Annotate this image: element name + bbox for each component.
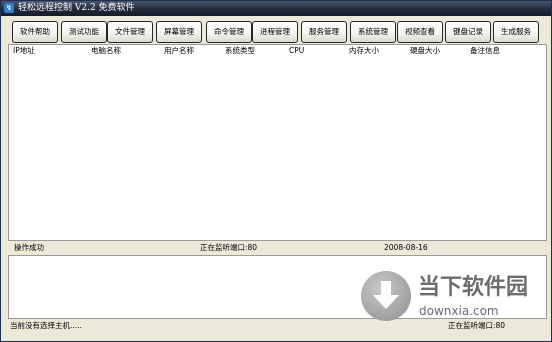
status-listening: 正在监听端口:80 — [200, 243, 258, 252]
title-bar[interactable]: ↯ 轻松远程控制 V2.2 免费软件 — [1, 1, 551, 16]
window-title: 轻松远程控制 V2.2 免费软件 — [18, 3, 135, 13]
column-ip[interactable]: IP地址 — [13, 45, 35, 56]
watermark-url: downxia.com — [419, 304, 499, 318]
statusbar-port: 正在监听端口:80 — [448, 321, 506, 330]
status-bar: 当前没有选择主机..... 正在监听端口:80 — [1, 319, 551, 339]
software-help-button[interactable]: 软件帮助 — [12, 21, 58, 43]
watermark-brand: 当下软件园 — [418, 275, 529, 300]
download-arrow-icon — [361, 271, 411, 321]
host-list-header: IP地址 电脑名称 用户名称 系统类型 CPU 内存大小 硬盘大小 备注信息 — [9, 45, 546, 56]
command-manager-button[interactable]: 命令管理 — [206, 21, 252, 43]
host-list[interactable]: IP地址 电脑名称 用户名称 系统类型 CPU 内存大小 硬盘大小 备注信息 — [8, 44, 547, 241]
column-computer[interactable]: 电脑名称 — [91, 45, 121, 56]
status-message: 操作成功 — [14, 243, 44, 252]
column-os[interactable]: 系统类型 — [225, 45, 255, 56]
system-manager-button[interactable]: 系统管理 — [350, 21, 396, 43]
test-function-button[interactable]: 测试功能 — [61, 21, 107, 43]
screen-manager-button[interactable]: 屏幕管理 — [156, 21, 202, 43]
process-manager-button[interactable]: 进程管理 — [252, 21, 298, 43]
operation-status: 操作成功 正在监听端口:80 2008-08-16 — [8, 242, 545, 254]
column-cpu[interactable]: CPU — [289, 45, 304, 56]
main-window: ↯ 轻松远程控制 V2.2 免费软件 软件帮助 测试功能 文件管理 屏幕管理 命… — [0, 0, 552, 342]
toolbar: 软件帮助 测试功能 文件管理 屏幕管理 命令管理 进程管理 服务管理 系统管理 … — [1, 16, 551, 44]
status-date: 2008-08-16 — [384, 243, 428, 252]
video-view-button[interactable]: 视频查看 — [397, 21, 443, 43]
column-memory[interactable]: 内存大小 — [349, 45, 379, 56]
column-disk[interactable]: 硬盘大小 — [410, 45, 440, 56]
app-logo-icon: ↯ — [4, 3, 14, 13]
statusbar-selection: 当前没有选择主机..... — [10, 321, 82, 330]
column-remarks[interactable]: 备注信息 — [470, 45, 500, 56]
service-manager-button[interactable]: 服务管理 — [301, 21, 347, 43]
build-service-button[interactable]: 生成服务 — [493, 21, 539, 43]
file-manager-button[interactable]: 文件管理 — [107, 21, 153, 43]
column-user[interactable]: 用户名称 — [164, 45, 194, 56]
keylogger-button[interactable]: 键盘记录 — [445, 21, 491, 43]
